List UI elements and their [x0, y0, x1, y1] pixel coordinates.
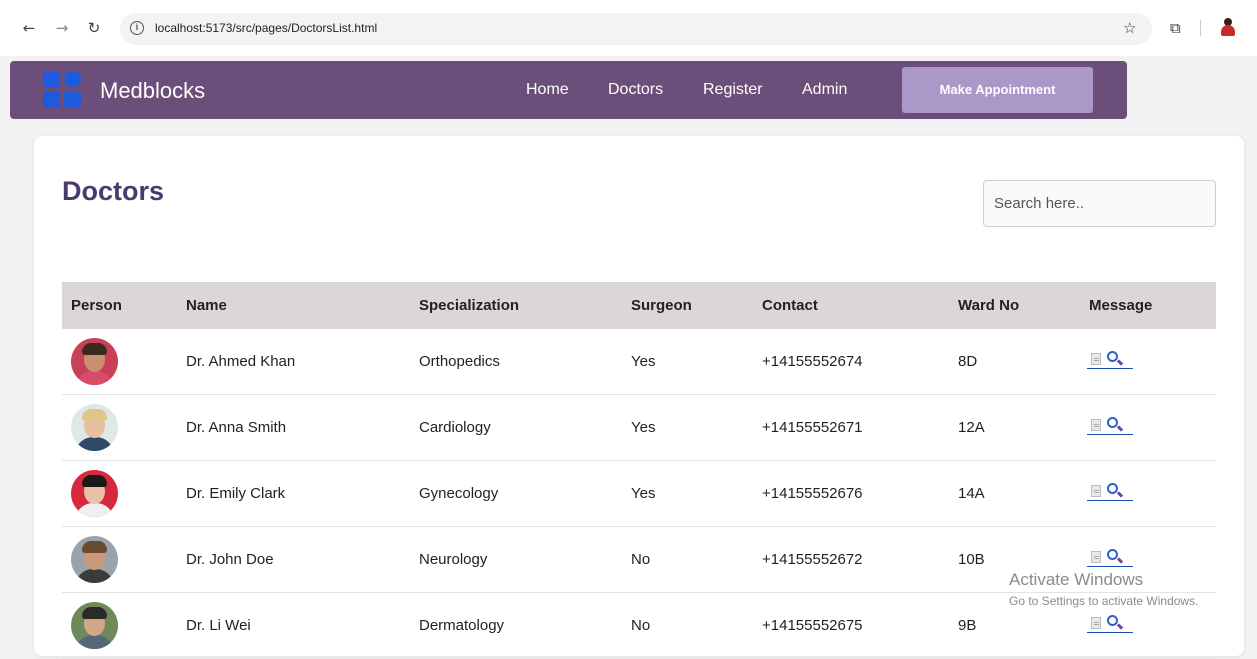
header-name: Name [186, 297, 227, 314]
doctor-avatar [71, 602, 118, 649]
site-info-icon[interactable]: i [130, 21, 144, 35]
doctor-name: Dr. Anna Smith [186, 419, 287, 436]
make-appointment-button[interactable]: Make Appointment [902, 67, 1093, 113]
nav-link-admin[interactable]: Admin [802, 81, 847, 99]
doctor-name: Dr. Ahmed Khan [186, 353, 296, 370]
browser-toolbar: ← → ↻ i localhost:5173/src/pages/Doctors… [0, 0, 1257, 56]
document-icon [1091, 617, 1101, 629]
forward-arrow-icon[interactable]: → [53, 18, 71, 38]
magnifier-icon [1107, 417, 1118, 428]
header-surgeon: Surgeon [631, 297, 692, 314]
doctor-ward: 10B [958, 551, 985, 568]
watermark-subtitle: Go to Settings to activate Windows. [1009, 594, 1199, 608]
watermark-title: Activate Windows [1009, 570, 1144, 589]
header-contact: Contact [762, 297, 818, 314]
doctor-ward: 9B [958, 617, 977, 634]
nav-link-home[interactable]: Home [526, 81, 569, 99]
doctor-name: Dr. Li Wei [186, 617, 251, 634]
message-link[interactable] [1087, 415, 1133, 435]
nav-link-register[interactable]: Register [703, 81, 763, 99]
magnifier-icon [1107, 615, 1118, 626]
document-icon [1091, 419, 1101, 431]
doctor-ward: 12A [958, 419, 985, 436]
doctor-contact: +14155552676 [762, 485, 863, 502]
doctor-name: Dr. John Doe [186, 551, 274, 568]
message-link[interactable] [1087, 481, 1133, 501]
doctor-specialization: Cardiology [419, 419, 491, 436]
header-message: Message [1089, 297, 1153, 314]
doctor-specialization: Neurology [419, 551, 488, 568]
table-row: Dr. Emily Clark Gynecology Yes +14155552… [62, 461, 1216, 527]
address-bar[interactable]: i localhost:5173/src/pages/DoctorsList.h… [120, 13, 1152, 45]
nav-link-doctors[interactable]: Doctors [608, 81, 663, 99]
magnifier-icon [1107, 351, 1118, 362]
doctor-avatar [71, 470, 118, 517]
page-title: Doctors [62, 176, 165, 206]
table-row: Dr. Ahmed Khan Orthopedics Yes +14155552… [62, 329, 1216, 395]
doctor-surgeon: Yes [631, 353, 656, 370]
extensions-puzzle-icon[interactable]: ⧉ [1170, 19, 1181, 37]
doctor-avatar [71, 536, 118, 583]
header-person: Person [71, 297, 122, 314]
doctor-name: Dr. Emily Clark [186, 485, 286, 502]
doctor-specialization: Dermatology [419, 617, 505, 634]
document-icon [1091, 485, 1101, 497]
doctor-contact: +14155552671 [762, 419, 863, 436]
windows-activation-watermark: Activate Windows Go to Settings to activ… [1009, 570, 1198, 608]
brand-name[interactable]: Medblocks [100, 78, 205, 104]
header-ward: Ward No [958, 297, 1020, 314]
doctor-contact: +14155552672 [762, 551, 863, 568]
magnifier-icon [1107, 483, 1118, 494]
doctor-surgeon: Yes [631, 485, 656, 502]
back-arrow-icon[interactable]: ← [20, 18, 38, 38]
toolbar-divider [1200, 20, 1201, 36]
doctor-specialization: Orthopedics [419, 353, 500, 370]
medblocks-logo-icon[interactable] [43, 71, 83, 109]
search-input[interactable] [983, 180, 1216, 227]
doctor-contact: +14155552675 [762, 617, 863, 634]
doctor-surgeon: Yes [631, 419, 656, 436]
document-icon [1091, 551, 1101, 563]
profile-avatar-icon[interactable] [1220, 18, 1236, 36]
message-link[interactable] [1087, 547, 1133, 567]
reload-icon[interactable]: ↻ [85, 18, 103, 38]
doctor-surgeon: No [631, 617, 651, 634]
message-link[interactable] [1087, 613, 1133, 633]
table-row: Dr. Anna Smith Cardiology Yes +141555526… [62, 395, 1216, 461]
doctor-contact: +14155552674 [762, 353, 863, 370]
doctor-ward: 14A [958, 485, 985, 502]
table-header: Person Name Specialization Surgeon Conta… [62, 282, 1216, 329]
magnifier-icon [1107, 549, 1118, 560]
doctor-ward: 8D [958, 353, 978, 370]
doctor-avatar [71, 338, 118, 385]
doctor-specialization: Gynecology [419, 485, 499, 502]
app-navbar: Medblocks Home Doctors Register Admin Ma… [10, 61, 1127, 119]
header-specialization: Specialization [419, 297, 520, 314]
url-text[interactable]: localhost:5173/src/pages/DoctorsList.htm… [155, 21, 377, 35]
doctor-avatar [71, 404, 118, 451]
message-link[interactable] [1087, 349, 1133, 369]
doctor-surgeon: No [631, 551, 651, 568]
star-icon[interactable]: ☆ [1123, 19, 1136, 37]
document-icon [1091, 353, 1101, 365]
